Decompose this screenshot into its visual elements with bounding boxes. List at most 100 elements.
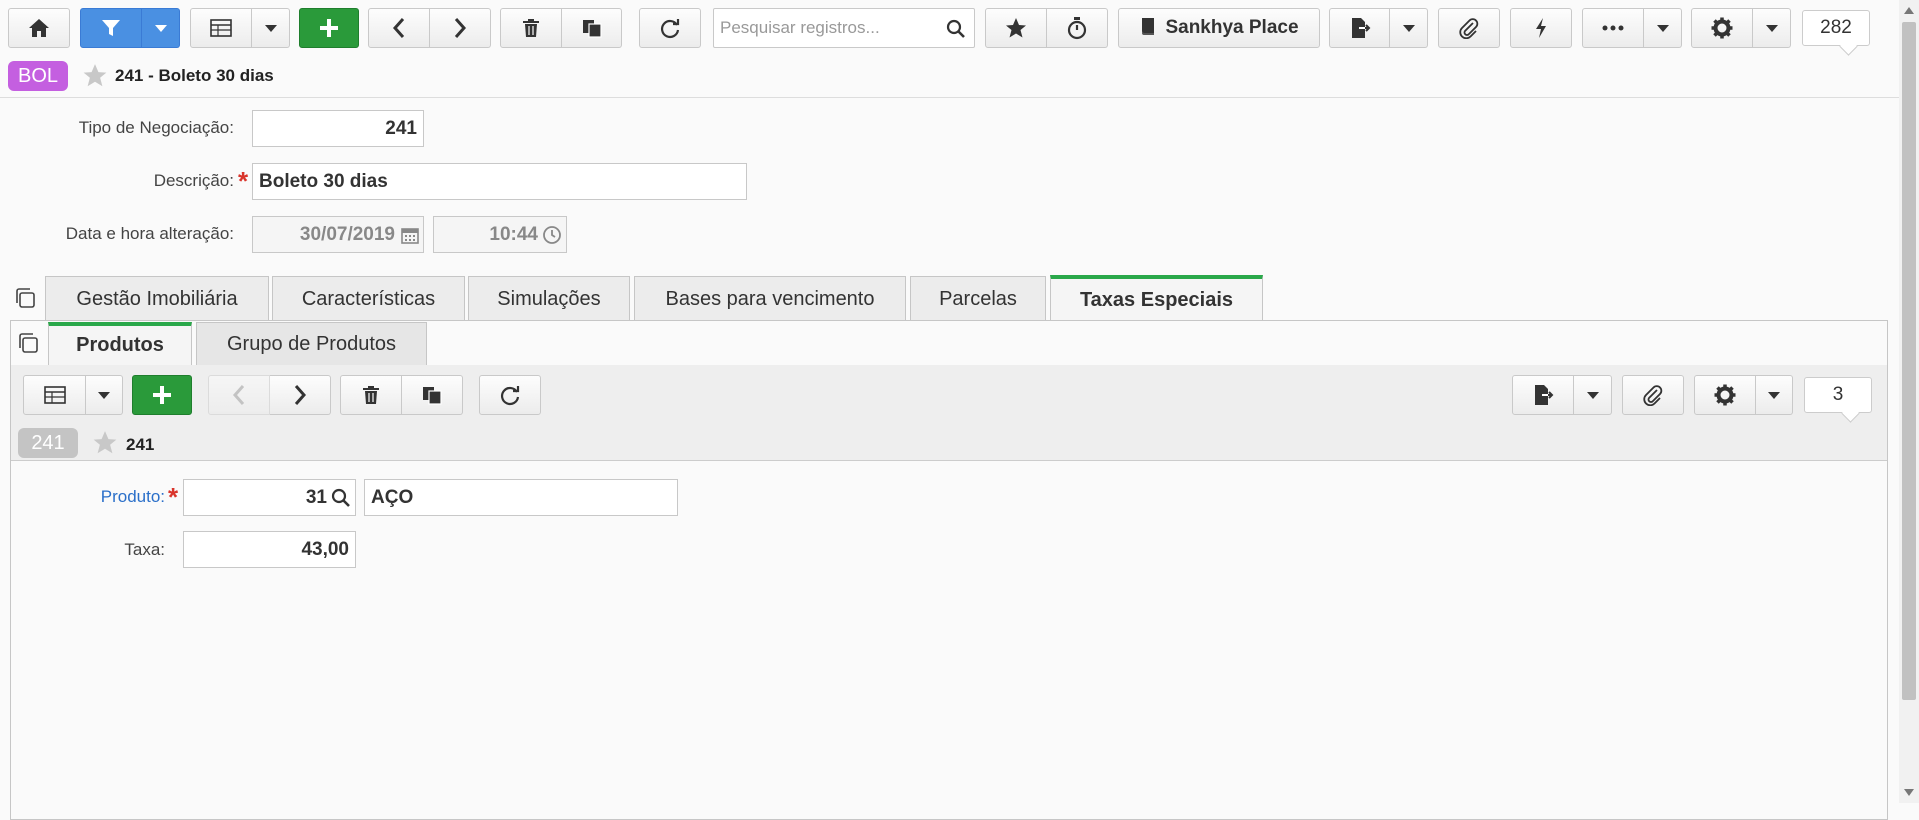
copy-icon xyxy=(423,387,442,405)
lightning-icon xyxy=(1536,18,1546,38)
detach-subtabs-icon[interactable] xyxy=(16,331,40,355)
file-export-icon xyxy=(1535,385,1554,405)
trash-icon xyxy=(523,19,539,37)
attachment-button[interactable] xyxy=(1438,8,1500,48)
taxa-field[interactable]: 43,00 xyxy=(183,531,356,568)
filter-button[interactable] xyxy=(80,8,142,48)
tab-gestao-imobiliaria[interactable]: Gestão Imobiliária xyxy=(45,276,269,322)
tab-produtos[interactable]: Produtos xyxy=(48,322,192,365)
tab-parcelas[interactable]: Parcelas xyxy=(910,276,1046,322)
gear-icon xyxy=(1711,17,1733,39)
more-options-button[interactable] xyxy=(1582,8,1644,48)
produto-name-field[interactable]: AÇO xyxy=(364,479,678,516)
trash-icon xyxy=(363,386,379,404)
home-icon xyxy=(29,19,49,37)
home-button[interactable] xyxy=(8,8,70,48)
refresh-button[interactable] xyxy=(639,8,701,48)
tipo-negociacao-label: Tipo de Negociação: xyxy=(78,118,234,137)
grid-view-dropdown-button[interactable] xyxy=(252,8,290,48)
tab-caracteristicas[interactable]: Características xyxy=(272,276,465,322)
settings-button[interactable] xyxy=(1691,8,1753,48)
timer-button[interactable] xyxy=(1047,8,1108,48)
tab-grupo-produtos[interactable]: Grupo de Produtos xyxy=(196,322,427,365)
chevron-down-icon xyxy=(154,24,167,32)
search-icon[interactable] xyxy=(946,19,966,39)
search-input[interactable] xyxy=(718,17,938,39)
previous-record-button[interactable] xyxy=(368,8,430,48)
tab-taxas-especiais[interactable]: Taxas Especiais xyxy=(1050,275,1263,322)
sub-add-record-button[interactable] xyxy=(132,375,192,415)
hora-alteracao-value: 10:44 xyxy=(489,223,538,245)
file-export-icon xyxy=(1351,18,1370,38)
delete-button[interactable] xyxy=(500,8,562,48)
filter-dropdown-button[interactable] xyxy=(142,8,180,48)
sub-next-record-button[interactable] xyxy=(270,375,331,415)
produto-label[interactable]: Produto: xyxy=(101,487,165,507)
hora-alteracao-field: 10:44 xyxy=(433,216,567,253)
tab-simulacoes[interactable]: Simulações xyxy=(468,276,630,322)
star-icon[interactable] xyxy=(92,430,118,455)
export-dropdown-button[interactable] xyxy=(1390,8,1428,48)
taxa-label: Taxa: xyxy=(124,540,165,559)
descricao-field[interactable]: Boleto 30 dias xyxy=(252,163,747,200)
record-count-badge: 282 xyxy=(1802,10,1870,46)
page-title: 241 - Boleto 30 dias xyxy=(115,66,274,85)
scroll-thumb[interactable] xyxy=(1902,22,1916,700)
sub-export-dropdown-button[interactable] xyxy=(1574,375,1612,415)
sub-record-title: 241 xyxy=(126,435,155,454)
sub-delete-button[interactable] xyxy=(340,375,402,415)
chevron-down-icon xyxy=(1402,24,1415,32)
header-divider xyxy=(0,97,1899,98)
sub-duplicate-button[interactable] xyxy=(402,375,463,415)
refresh-icon xyxy=(500,386,520,406)
ellipsis-icon xyxy=(1602,25,1624,31)
data-alteracao-value: 30/07/2019 xyxy=(299,223,395,245)
descricao-label: Descrição: xyxy=(153,171,234,190)
more-options-dropdown-button[interactable] xyxy=(1644,8,1682,48)
duplicate-button[interactable] xyxy=(562,8,622,48)
table-icon xyxy=(43,386,66,404)
data-alteracao-field: 30/07/2019 xyxy=(252,216,424,253)
sub-grid-view-button[interactable] xyxy=(23,375,86,415)
favorite-button[interactable] xyxy=(985,8,1047,48)
sankhya-place-button[interactable]: Sankhya Place xyxy=(1118,8,1320,48)
page-scrollbar[interactable] xyxy=(1899,0,1919,803)
scroll-up-icon[interactable] xyxy=(1904,6,1914,14)
data-alteracao-label: Data e hora alteração: xyxy=(65,224,234,243)
sub-export-button[interactable] xyxy=(1512,375,1574,415)
tipo-negociacao-field[interactable]: 241 xyxy=(252,110,424,147)
produto-code-field[interactable]: 31 xyxy=(183,479,356,516)
chevron-down-icon xyxy=(1586,391,1599,399)
book-icon xyxy=(1142,18,1155,35)
grid-view-button[interactable] xyxy=(190,8,252,48)
star-icon xyxy=(1006,18,1026,38)
sub-grid-view-dropdown-button[interactable] xyxy=(86,375,123,415)
sub-attachment-button[interactable] xyxy=(1622,375,1684,415)
sub-settings-dropdown-button[interactable] xyxy=(1756,375,1793,415)
sub-settings-button[interactable] xyxy=(1694,375,1756,415)
chevron-down-icon xyxy=(264,24,277,32)
chevron-down-icon xyxy=(1656,24,1669,32)
export-button[interactable] xyxy=(1329,8,1390,48)
paperclip-icon xyxy=(1643,385,1663,406)
actions-button[interactable] xyxy=(1510,8,1572,48)
filter-icon xyxy=(102,20,120,36)
star-icon[interactable] xyxy=(82,63,108,88)
sub-previous-record-button[interactable] xyxy=(208,375,270,415)
scroll-down-icon[interactable] xyxy=(1904,789,1914,797)
detach-tabs-icon[interactable] xyxy=(13,286,37,310)
plus-icon xyxy=(320,19,338,37)
sub-refresh-button[interactable] xyxy=(479,375,541,415)
record-type-badge: BOL xyxy=(8,61,68,91)
search-box[interactable] xyxy=(713,8,975,48)
required-indicator: * xyxy=(168,482,179,512)
settings-dropdown-button[interactable] xyxy=(1753,8,1791,48)
next-record-button[interactable] xyxy=(430,8,491,48)
gear-icon xyxy=(1714,384,1736,406)
tab-bases-vencimento[interactable]: Bases para vencimento xyxy=(634,276,906,322)
add-record-button[interactable] xyxy=(299,8,359,48)
chevron-down-icon xyxy=(1768,391,1780,399)
chevron-right-icon xyxy=(454,18,467,38)
search-icon[interactable] xyxy=(331,488,351,508)
chevron-down-icon xyxy=(1765,24,1778,32)
